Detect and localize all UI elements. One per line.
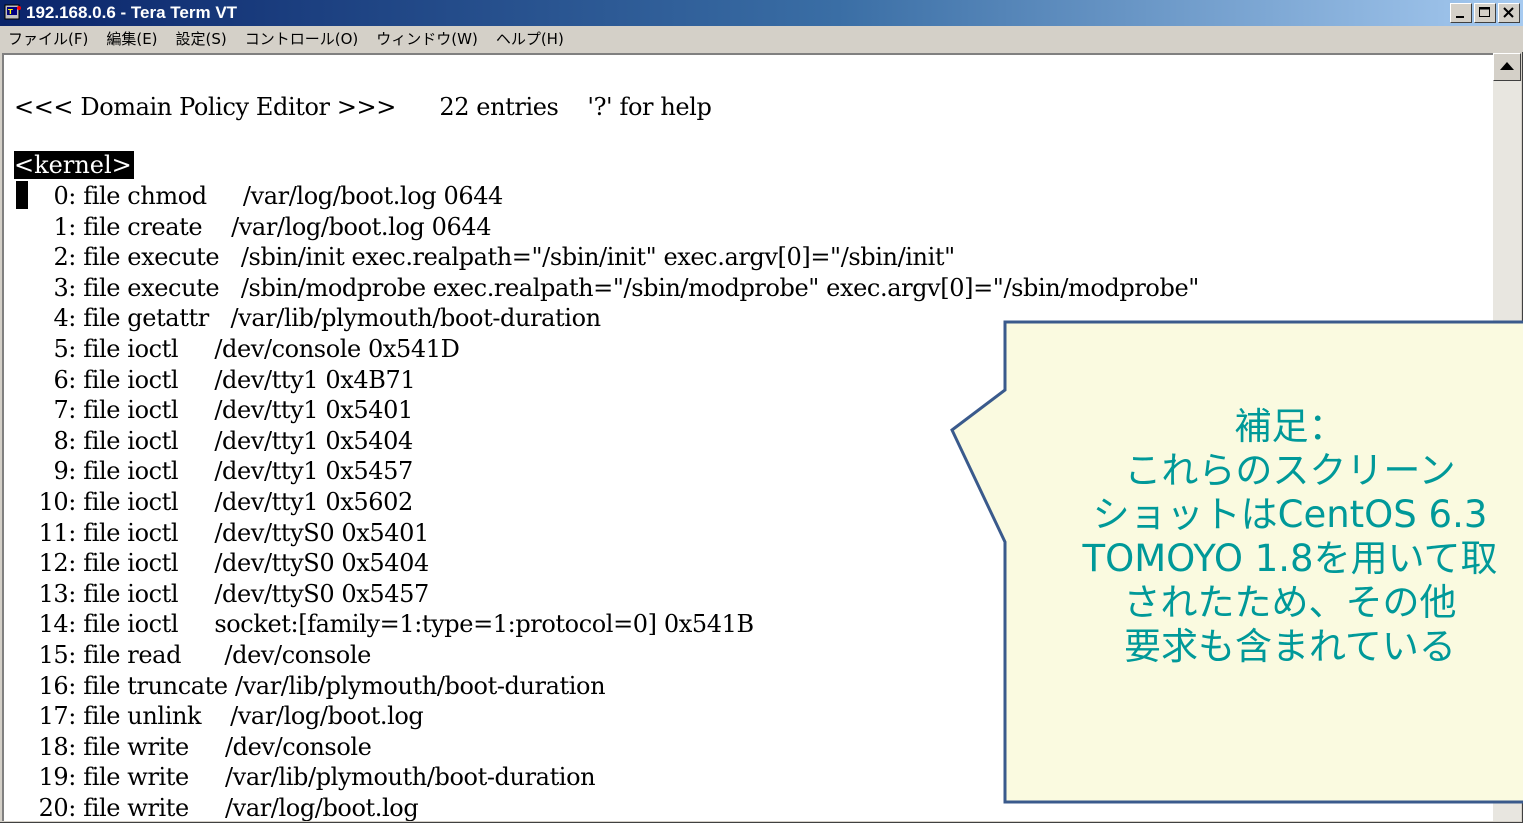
entry-number: 4: <box>53 304 76 333</box>
entry-text: file ioctl /dev/tty1 0x5401 <box>83 396 413 425</box>
menu-window[interactable]: ウィンドウ(W) <box>368 27 488 51</box>
entry-text: file ioctl /dev/ttyS0 0x5457 <box>83 579 429 608</box>
entry-number: 6: <box>53 365 76 394</box>
close-button[interactable] <box>1498 3 1520 23</box>
entry-number: 12: <box>38 549 77 578</box>
policy-entry[interactable]: 2: file execute /sbin/init exec.realpath… <box>14 242 955 272</box>
entry-text: file truncate /var/lib/plymouth/boot-dur… <box>83 671 606 700</box>
entry-number: 19: <box>38 763 77 792</box>
tera-term-window: T 192.168.0.6 - Tera Term VT ファイル(F) 編集(… <box>0 0 1523 823</box>
entry-text: file ioctl /dev/console 0x541D <box>83 335 460 363</box>
entry-number: 1: <box>53 212 76 241</box>
entry-text: file getattr /var/lib/plymouth/boot-dura… <box>83 304 601 333</box>
editor-header: <<< Domain Policy Editor >>> 22 entries … <box>14 93 712 121</box>
vertical-scrollbar[interactable] <box>1493 53 1521 821</box>
scroll-up-button[interactable] <box>1493 53 1521 81</box>
title-bar[interactable]: T 192.168.0.6 - Tera Term VT <box>0 0 1523 26</box>
policy-entry[interactable]: 4: file getattr /var/lib/plymouth/boot-d… <box>14 303 601 333</box>
entry-number: 0: <box>53 182 76 210</box>
maximize-button[interactable] <box>1474 3 1496 23</box>
policy-entry[interactable]: 0: file chmod /var/log/boot.log 0644 <box>14 181 503 211</box>
close-icon <box>1503 7 1514 18</box>
window-controls <box>1450 3 1520 23</box>
menu-control[interactable]: コントロール(O) <box>237 27 369 51</box>
entry-number: 2: <box>53 243 76 272</box>
policy-entry[interactable]: 5: file ioctl /dev/console 0x541D <box>14 334 460 364</box>
entry-text: file execute /sbin/modprobe exec.realpat… <box>83 273 1199 302</box>
entry-text: file ioctl /dev/tty1 0x4B71 <box>83 365 416 394</box>
entry-number: 13: <box>38 579 77 608</box>
policy-entry[interactable]: 13: file ioctl /dev/ttyS0 0x5457 <box>14 579 430 609</box>
entry-text: file create /var/log/boot.log 0644 <box>83 212 492 241</box>
policy-entry[interactable]: 10: file ioctl /dev/tty1 0x5602 <box>14 487 414 517</box>
entry-number: 5: <box>53 335 76 363</box>
entry-number: 11: <box>38 518 77 547</box>
entry-number: 10: <box>38 488 77 516</box>
policy-entry[interactable]: 1: file create /var/log/boot.log 0644 <box>14 212 491 242</box>
policy-entry[interactable]: 8: file ioctl /dev/tty1 0x5404 <box>14 426 413 456</box>
entry-text: file chmod /var/log/boot.log 0644 <box>83 182 503 210</box>
entry-number: 16: <box>38 671 77 700</box>
entry-text: file write /dev/console <box>83 732 372 761</box>
svg-text:T: T <box>8 8 13 16</box>
entry-text: file unlink /var/log/boot.log <box>83 702 424 731</box>
policy-entry[interactable]: 6: file ioctl /dev/tty1 0x4B71 <box>14 365 415 395</box>
entry-number: 9: <box>53 457 76 486</box>
window-title: 192.168.0.6 - Tera Term VT <box>26 3 238 22</box>
entry-number: 15: <box>38 641 77 669</box>
policy-entry[interactable]: 3: file execute /sbin/modprobe exec.real… <box>14 273 1199 303</box>
teraterm-icon: T <box>4 4 21 20</box>
policy-entry[interactable]: 16: file truncate /var/lib/plymouth/boot… <box>14 671 606 701</box>
entry-text: file ioctl /dev/tty1 0x5457 <box>83 457 413 486</box>
policy-entry[interactable]: 18: file write /dev/console <box>14 732 372 762</box>
entry-number: 18: <box>38 732 77 761</box>
policy-entry[interactable]: 17: file unlink /var/log/boot.log <box>14 701 424 731</box>
arrow-up-icon <box>1500 62 1514 70</box>
entry-text: file ioctl /dev/ttyS0 0x5404 <box>83 549 429 578</box>
entry-text: file ioctl socket:[family=1:type=1:proto… <box>83 610 754 639</box>
policy-entry[interactable]: 12: file ioctl /dev/ttyS0 0x5404 <box>14 548 430 578</box>
entry-number: 8: <box>53 426 76 455</box>
terminal-screen[interactable]: <<< Domain Policy Editor >>> 22 entries … <box>2 53 1493 821</box>
entry-text: file execute /sbin/init exec.realpath="/… <box>83 243 955 272</box>
entry-text: file read /dev/console <box>83 641 371 669</box>
domain-name: <kernel> <box>14 151 134 179</box>
menu-help[interactable]: ヘルプ(H) <box>488 27 574 51</box>
policy-entry[interactable]: 9: file ioctl /dev/tty1 0x5457 <box>14 456 413 486</box>
entry-text: file ioctl /dev/tty1 0x5602 <box>83 488 413 516</box>
maximize-icon <box>1479 7 1490 17</box>
entry-number: 20: <box>38 794 77 821</box>
entry-text: file ioctl /dev/tty1 0x5404 <box>83 426 413 455</box>
entry-text: file ioctl /dev/ttyS0 0x5401 <box>83 518 429 547</box>
policy-entry[interactable]: 14: file ioctl socket:[family=1:type=1:p… <box>14 609 755 639</box>
minimize-button[interactable] <box>1450 3 1472 23</box>
policy-entry[interactable]: 19: file write /var/lib/plymouth/boot-du… <box>14 762 596 792</box>
minimize-icon <box>1456 16 1464 18</box>
entry-text: file write /var/lib/plymouth/boot-durati… <box>83 763 596 792</box>
entry-number: 7: <box>53 396 76 425</box>
menu-bar: ファイル(F) 編集(E) 設定(S) コントロール(O) ウィンドウ(W) ヘ… <box>0 26 1523 52</box>
menu-edit[interactable]: 編集(E) <box>98 27 167 51</box>
policy-entry[interactable]: 7: file ioctl /dev/tty1 0x5401 <box>14 395 413 425</box>
menu-file[interactable]: ファイル(F) <box>0 27 98 51</box>
entry-number: 14: <box>38 610 77 639</box>
policy-entry[interactable]: 15: file read /dev/console <box>14 640 372 670</box>
entry-number: 17: <box>38 702 77 731</box>
entry-text: file write /var/log/boot.log <box>83 794 419 821</box>
menu-setup[interactable]: 設定(S) <box>168 27 237 51</box>
entry-number: 3: <box>53 273 76 302</box>
policy-entry[interactable]: 20: file write /var/log/boot.log <box>14 793 419 821</box>
policy-entry[interactable]: 11: file ioctl /dev/ttyS0 0x5401 <box>14 518 430 548</box>
